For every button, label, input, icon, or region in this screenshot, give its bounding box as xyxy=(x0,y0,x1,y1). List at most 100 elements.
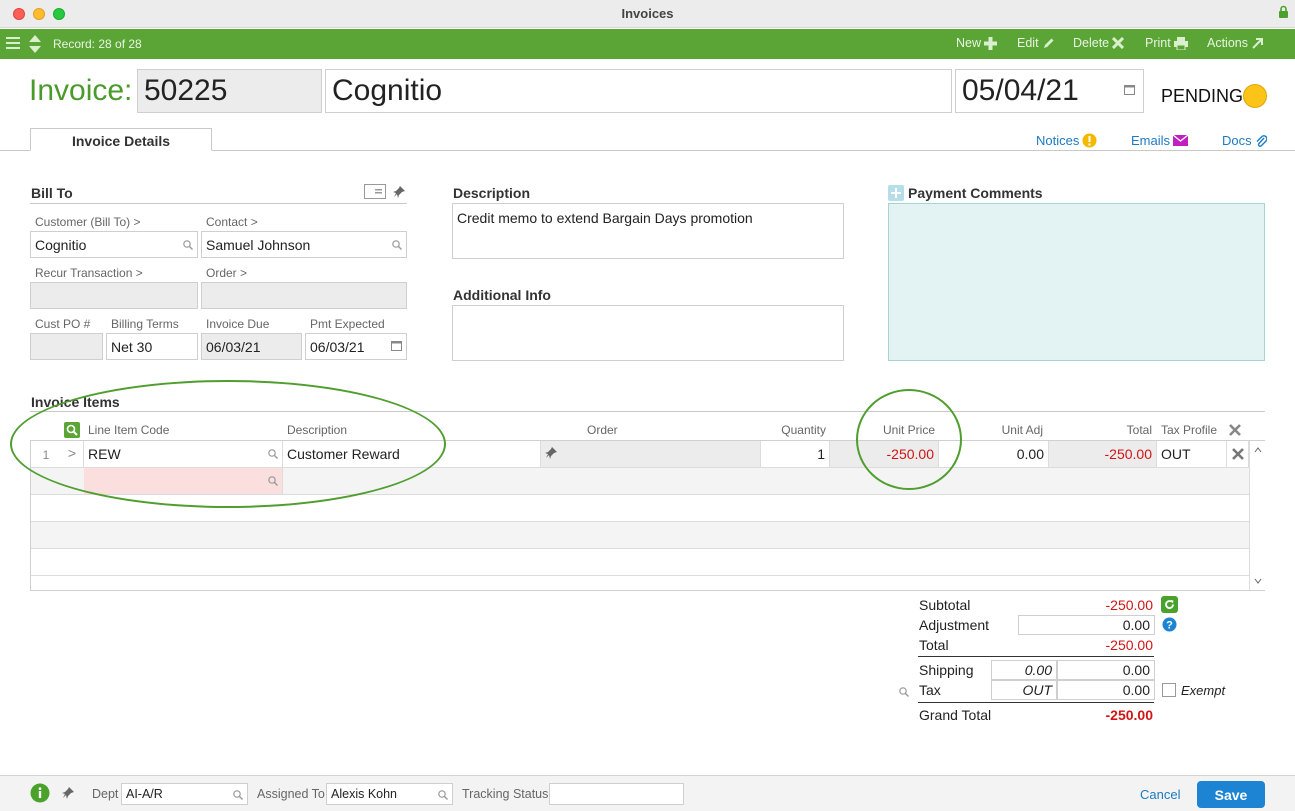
info-icon[interactable] xyxy=(30,783,50,806)
delete-label: Delete xyxy=(1073,36,1110,50)
envelope-icon xyxy=(1173,135,1189,146)
items-scrollbar[interactable] xyxy=(1249,441,1265,590)
actions-label: Actions xyxy=(1207,36,1248,50)
col-unit-adj: Unit Adj xyxy=(1001,423,1043,437)
status-label: PENDING xyxy=(1161,86,1244,106)
pin-icon[interactable] xyxy=(545,446,558,460)
menu-icon[interactable] xyxy=(6,37,20,52)
grand-total-label: Grand Total xyxy=(919,707,992,723)
help-icon[interactable]: ? xyxy=(1162,617,1177,635)
invoice-date-value: 05/04/21 xyxy=(962,74,1079,107)
row-tax-profile[interactable]: OUT xyxy=(1157,441,1227,467)
tax-code-input[interactable]: OUT xyxy=(991,680,1057,700)
arrow-out-icon xyxy=(1252,37,1263,49)
delete-button[interactable]: Delete xyxy=(1073,36,1125,50)
dept-label: Dept xyxy=(92,787,119,801)
search-icon[interactable] xyxy=(392,240,402,250)
customer-name-field[interactable]: Cognitio xyxy=(325,69,952,113)
pin-icon[interactable] xyxy=(62,786,75,803)
pencil-icon xyxy=(1043,38,1054,48)
scroll-down-icon[interactable] xyxy=(1254,578,1262,584)
invoice-due-label: Invoice Due xyxy=(206,317,270,331)
payment-comments-textarea[interactable] xyxy=(888,203,1265,361)
table-row[interactable] xyxy=(31,522,1249,549)
edit-label: Edit xyxy=(1017,36,1039,50)
edit-button[interactable]: Edit xyxy=(1017,36,1055,50)
order-label[interactable]: Order > xyxy=(206,266,247,280)
row-delete[interactable] xyxy=(1227,441,1249,467)
payment-comments-title: Payment Comments xyxy=(908,185,1043,201)
calendar-icon[interactable] xyxy=(1124,85,1135,95)
invoice-date-field[interactable]: 05/04/21 xyxy=(955,69,1144,113)
emails-link[interactable]: Emails xyxy=(1131,133,1189,148)
dept-input[interactable]: AI-A/R xyxy=(121,783,248,805)
refresh-icon[interactable] xyxy=(1161,596,1178,616)
clear-rows-icon[interactable] xyxy=(1229,424,1241,439)
scroll-up-icon[interactable] xyxy=(1254,447,1262,453)
tax-input[interactable]: 0.00 xyxy=(1057,680,1155,700)
status-indicator xyxy=(1243,84,1267,108)
customer-bill-to-input[interactable]: Cognitio xyxy=(30,231,198,258)
pmt-expected-value: 06/03/21 xyxy=(310,339,365,355)
row-order[interactable] xyxy=(541,441,761,467)
pmt-expected-input[interactable]: 06/03/21 xyxy=(305,333,407,360)
additional-info-textarea[interactable] xyxy=(452,305,844,361)
row-quantity[interactable]: 1 xyxy=(761,441,830,467)
lock-icon[interactable] xyxy=(1278,5,1289,22)
grand-total-value: -250.00 xyxy=(1105,707,1153,723)
adjustment-label: Adjustment xyxy=(919,617,990,633)
grand-total-divider xyxy=(918,702,1154,703)
notices-link[interactable]: Notices xyxy=(1036,133,1097,148)
expand-comments-icon[interactable] xyxy=(888,185,904,204)
customer-bill-to-value: Cognitio xyxy=(35,237,87,253)
adjustment-input[interactable]: 0.00 xyxy=(1018,615,1155,635)
bill-to-divider xyxy=(30,203,407,204)
totals-divider xyxy=(918,656,1154,657)
exempt-checkbox[interactable] xyxy=(1162,683,1176,697)
tax-search-icon[interactable] xyxy=(899,685,909,700)
order-input[interactable] xyxy=(201,282,407,309)
description-textarea[interactable]: Credit memo to extend Bargain Days promo… xyxy=(452,203,844,259)
tab-invoice-details[interactable]: Invoice Details xyxy=(30,128,212,151)
search-icon[interactable] xyxy=(233,790,243,800)
printer-icon xyxy=(1173,36,1188,50)
address-card-icon[interactable] xyxy=(364,184,386,202)
cust-po-input[interactable] xyxy=(30,333,103,360)
tracking-status-input[interactable] xyxy=(549,783,684,805)
invoice-number-field[interactable]: 50225 xyxy=(137,69,322,113)
shipping-input[interactable]: 0.00 xyxy=(1057,660,1155,680)
exempt-label: Exempt xyxy=(1181,683,1226,698)
invoice-due-input[interactable]: 06/03/21 xyxy=(201,333,302,360)
recur-transaction-label[interactable]: Recur Transaction > xyxy=(35,266,143,280)
docs-label: Docs xyxy=(1222,133,1252,148)
total-value: -250.00 xyxy=(1105,637,1153,653)
actions-button[interactable]: Actions xyxy=(1207,36,1264,50)
table-row[interactable] xyxy=(31,549,1249,576)
row-total: -250.00 xyxy=(1049,441,1157,467)
notices-label: Notices xyxy=(1036,133,1080,148)
row-total-value: -250.00 xyxy=(1104,446,1152,462)
contact-value: Samuel Johnson xyxy=(206,237,311,253)
contact-label[interactable]: Contact > xyxy=(206,215,258,229)
search-icon[interactable] xyxy=(183,240,193,250)
search-icon[interactable] xyxy=(438,790,448,800)
alert-icon xyxy=(1082,133,1097,148)
record-navigate-icon[interactable] xyxy=(28,34,42,57)
new-button[interactable]: New xyxy=(956,36,998,50)
footer-bar: Dept AI-A/R Assigned To Alexis Kohn Trac… xyxy=(0,775,1295,811)
calendar-icon[interactable] xyxy=(391,341,402,351)
docs-link[interactable]: Docs xyxy=(1222,133,1267,148)
recur-transaction-input[interactable] xyxy=(30,282,198,309)
new-label: New xyxy=(956,36,982,50)
print-button[interactable]: Print xyxy=(1145,36,1188,50)
shipping-rate-input[interactable]: 0.00 xyxy=(991,660,1057,680)
pin-icon[interactable] xyxy=(393,185,406,202)
billing-terms-input[interactable]: Net 30 xyxy=(106,333,198,360)
customer-bill-to-label[interactable]: Customer (Bill To) > xyxy=(35,215,140,229)
contact-input[interactable]: Samuel Johnson xyxy=(201,231,407,258)
save-button[interactable]: Save xyxy=(1197,781,1265,808)
assigned-to-input[interactable]: Alexis Kohn xyxy=(326,783,453,805)
svg-text:?: ? xyxy=(1166,620,1173,632)
delete-row-icon[interactable] xyxy=(1232,448,1244,460)
cancel-button[interactable]: Cancel xyxy=(1140,787,1180,802)
